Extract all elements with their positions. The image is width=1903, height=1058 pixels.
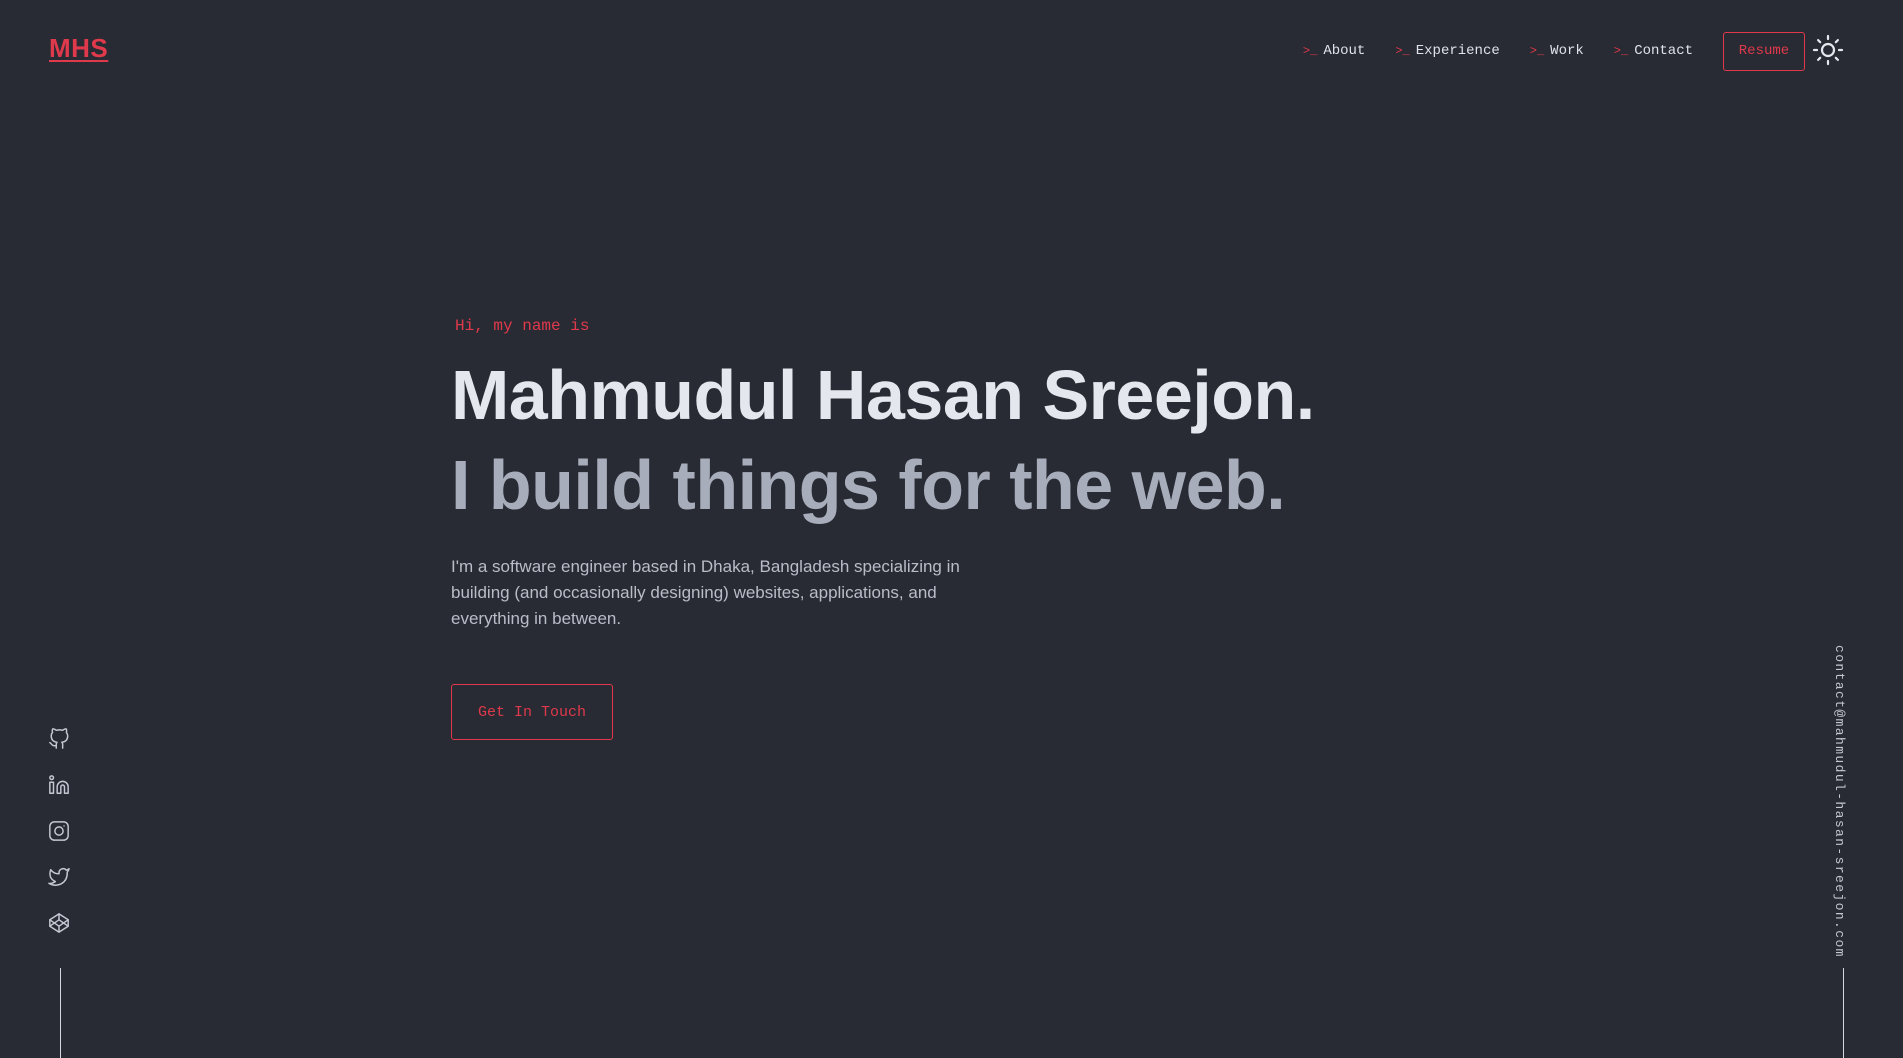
logo[interactable]: MHS — [49, 33, 108, 64]
github-icon[interactable] — [48, 728, 70, 750]
social-divider-line — [60, 968, 61, 1058]
nav-label: About — [1323, 43, 1366, 59]
page: MHS >_ About >_ Experience >_ Work >_ Co… — [0, 0, 1903, 1058]
nav-item-contact[interactable]: >_ Contact — [1614, 43, 1693, 59]
linkedin-icon[interactable] — [48, 774, 70, 796]
email-divider-line — [1843, 968, 1844, 1058]
nav-item-experience[interactable]: >_ Experience — [1395, 43, 1499, 59]
nav-prompt: >_ — [1529, 44, 1545, 58]
nav-item-work[interactable]: >_ Work — [1530, 43, 1584, 59]
hero-tagline: I build things for the web. — [451, 446, 1286, 524]
hero-name: Mahmudul Hasan Sreejon. — [451, 356, 1315, 434]
nav-label: Work — [1550, 43, 1584, 59]
twitter-icon[interactable] — [48, 866, 70, 888]
nav-item-about[interactable]: >_ About — [1303, 43, 1365, 59]
codepen-icon[interactable] — [48, 912, 70, 934]
main-nav: >_ About >_ Experience >_ Work >_ Contac… — [1273, 31, 1805, 71]
instagram-icon[interactable] — [48, 820, 70, 842]
hero-bio: I'm a software engineer based in Dhaka, … — [451, 557, 960, 628]
nav-prompt: >_ — [1613, 44, 1629, 58]
sun-icon — [1812, 34, 1844, 66]
hero-greeting: Hi, my name is — [455, 317, 590, 335]
social-links — [48, 728, 72, 958]
nav-prompt: >_ — [1395, 44, 1410, 58]
nav-label: Contact — [1634, 43, 1693, 59]
nav-label: Experience — [1415, 43, 1500, 59]
get-in-touch-button[interactable]: Get In Touch — [451, 684, 613, 740]
nav-prompt: >_ — [1302, 44, 1318, 58]
theme-toggle-button[interactable] — [1812, 34, 1844, 66]
email-link[interactable]: contact@mahmudul-hasan-sreejon.com — [1832, 645, 1847, 958]
resume-button[interactable]: Resume — [1723, 31, 1805, 71]
